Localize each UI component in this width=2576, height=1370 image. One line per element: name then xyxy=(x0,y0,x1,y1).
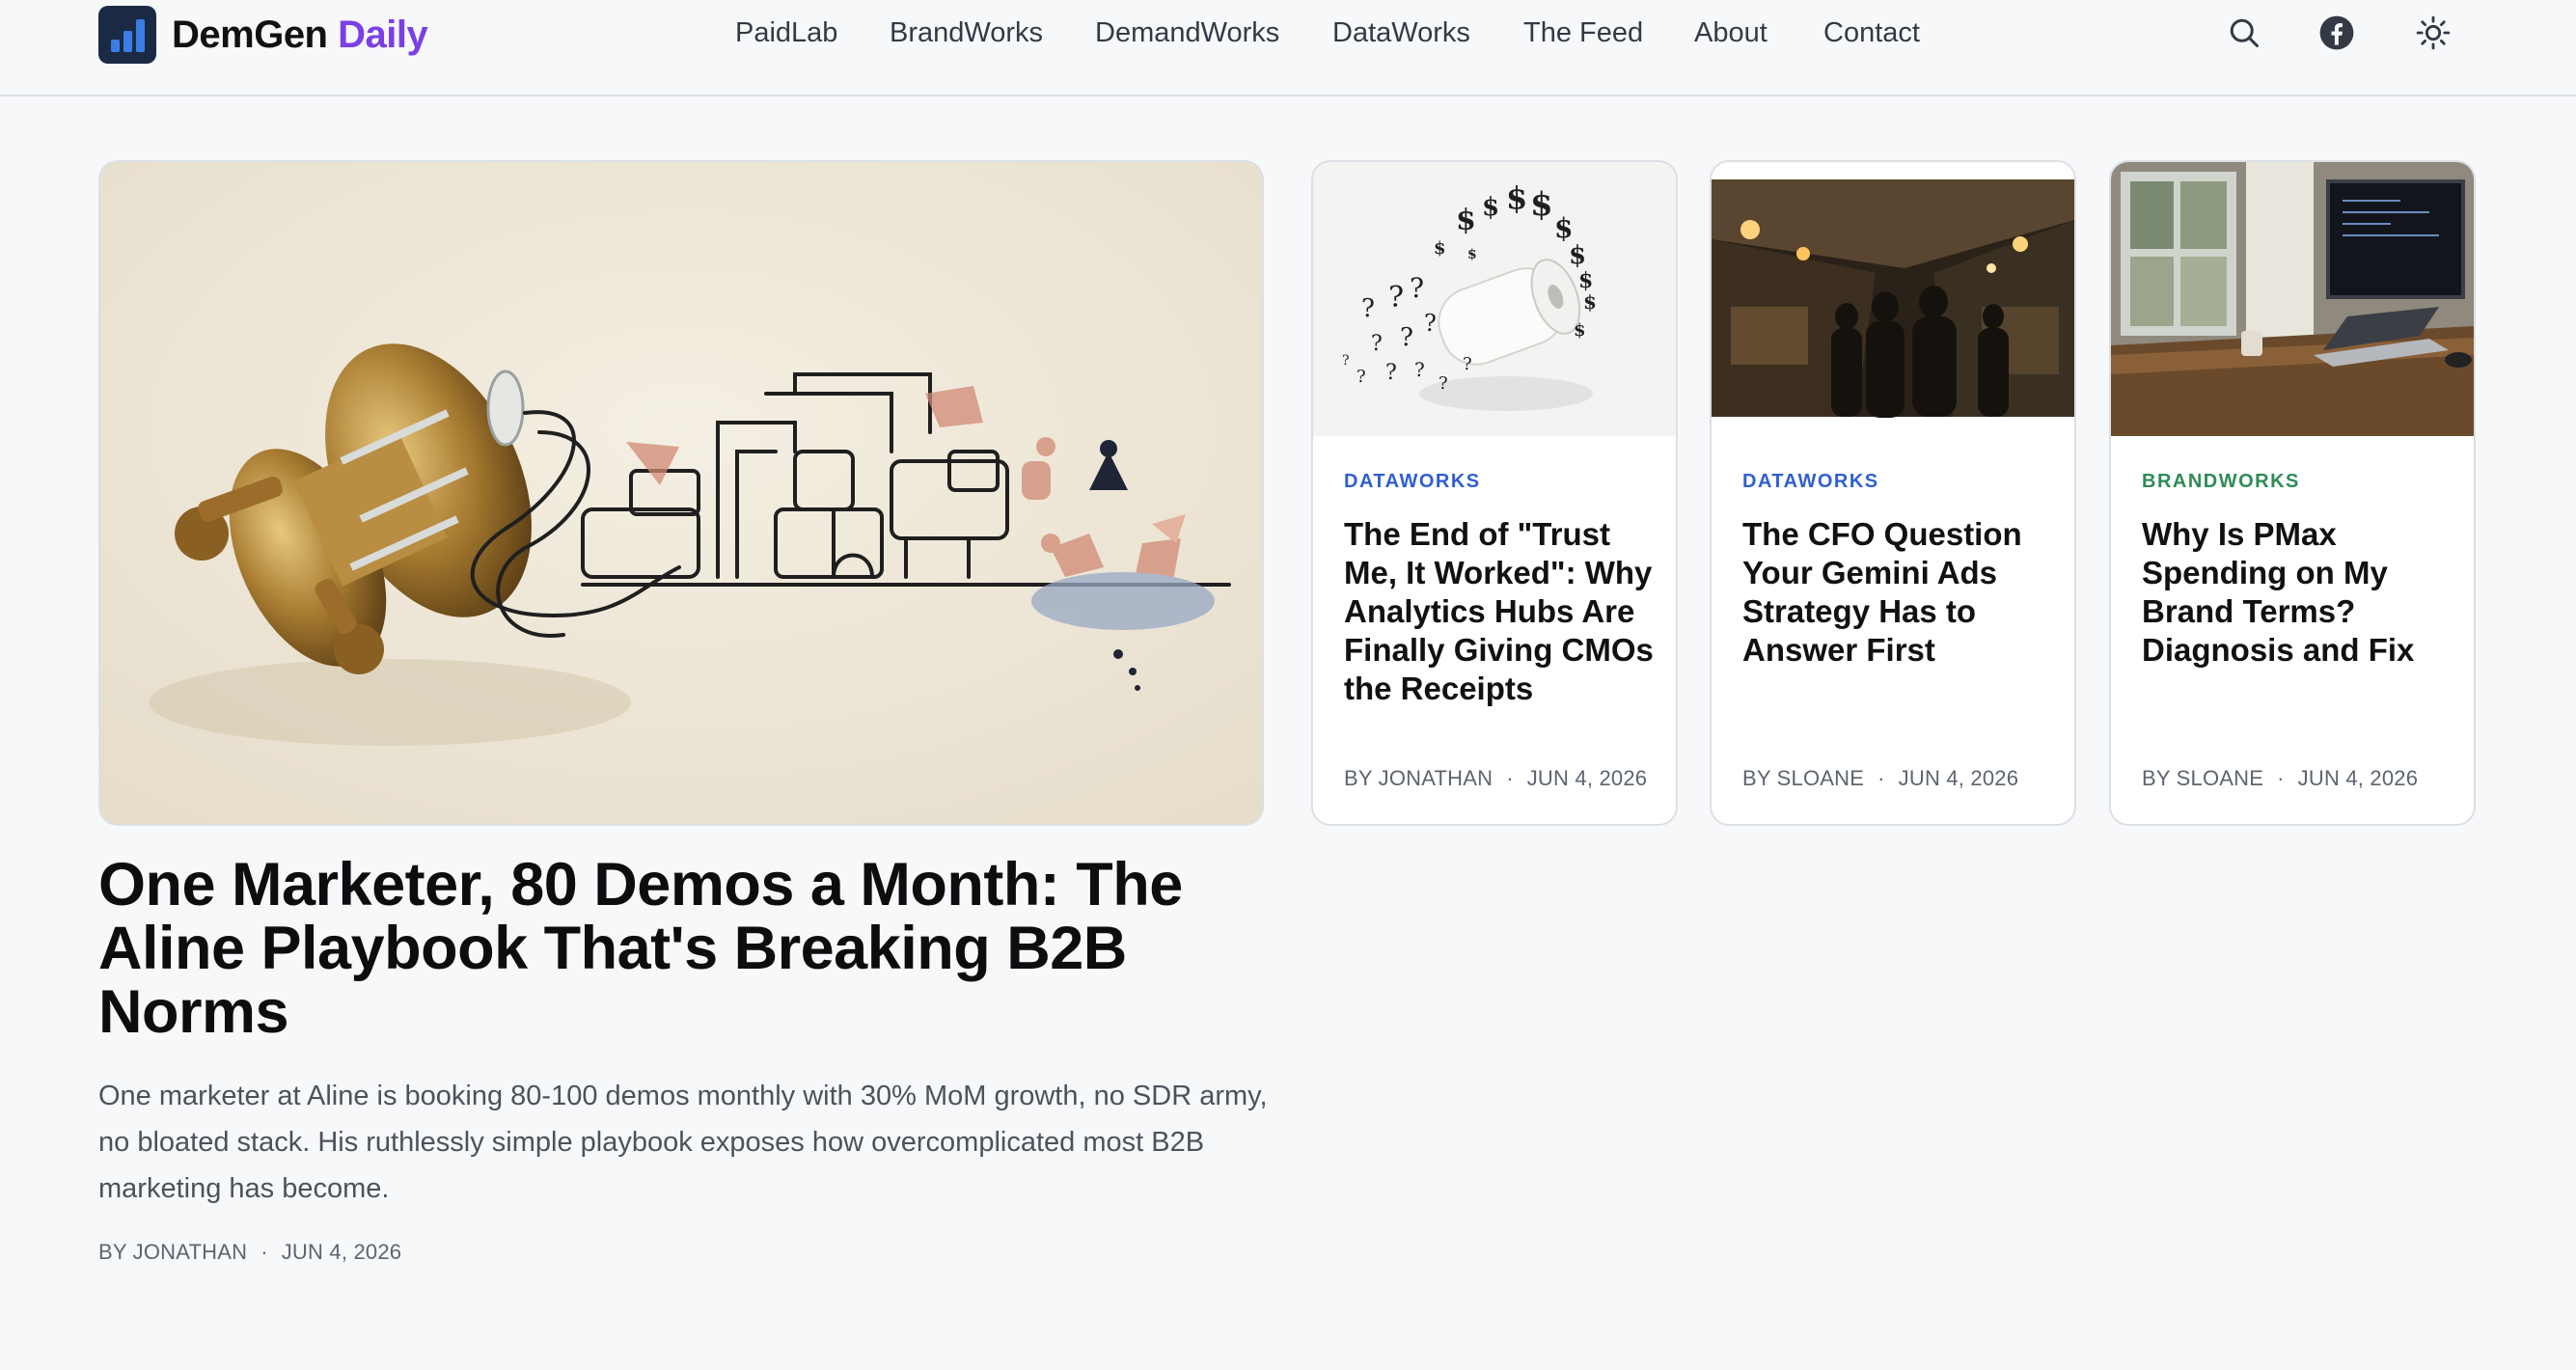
facebook-icon[interactable] xyxy=(2317,14,2356,52)
svg-text:$: $ xyxy=(1583,290,1597,314)
card-byline: BY SLOANE · JUN 4, 2026 xyxy=(2142,766,2418,791)
svg-text:?: ? xyxy=(1342,353,1350,369)
nav-item-the-feed[interactable]: The Feed xyxy=(1523,17,1643,49)
card-author[interactable]: BY SLOANE xyxy=(2142,766,2263,790)
card-image[interactable] xyxy=(1712,162,2074,436)
receipt-roll-illustration: $ $ $ $$$ $$$ $ $ ??? ??? ??? ??? xyxy=(1313,162,1676,436)
svg-text:?: ? xyxy=(1424,310,1437,337)
svg-text:?: ? xyxy=(1439,373,1448,394)
nav-item-about[interactable]: About xyxy=(1694,17,1768,49)
card-title[interactable]: Why Is PMax Spending on My Brand Terms? … xyxy=(2142,515,2460,670)
logo-text: DemGen Daily xyxy=(172,13,428,57)
svg-text:$: $ xyxy=(1554,212,1573,244)
site-logo[interactable]: DemGen Daily xyxy=(98,6,428,64)
svg-text:$: $ xyxy=(1530,185,1553,224)
card-category[interactable]: BRANDWORKS xyxy=(2142,471,2300,493)
night-market-photo xyxy=(1712,162,2074,436)
article-card[interactable]: DATAWORKS The CFO Question Your Gemini A… xyxy=(1710,160,2076,826)
card-author[interactable]: BY JONATHAN xyxy=(1344,766,1493,790)
svg-text:$: $ xyxy=(1467,247,1477,262)
svg-text:$: $ xyxy=(1482,193,1499,222)
article-card[interactable]: $ $ $ $ $ $ $ $ $ $ $ ??? ??? ??? ??? DATAWORKS… xyxy=(1311,160,1678,826)
logo-name: DemGen xyxy=(172,13,328,56)
hero-date: JUN 4, 2026 xyxy=(281,1240,402,1264)
svg-text:$: $ xyxy=(1506,179,1527,216)
svg-text:$: $ xyxy=(1456,204,1476,237)
card-date: JUN 4, 2026 xyxy=(2297,766,2419,790)
nav-item-paidlab[interactable]: PaidLab xyxy=(735,17,837,49)
card-category[interactable]: DATAWORKS xyxy=(1344,471,1481,493)
card-title[interactable]: The End of "Trust Me, It Worked": Why An… xyxy=(1344,515,1662,708)
svg-text:?: ? xyxy=(1400,323,1413,352)
hero-byline: BY JONATHAN · JUN 4, 2026 xyxy=(98,1240,401,1265)
svg-text:?: ? xyxy=(1463,354,1472,374)
nav-item-dataworks[interactable]: DataWorks xyxy=(1332,17,1470,49)
card-title[interactable]: The CFO Question Your Gemini Ads Strateg… xyxy=(1742,515,2061,670)
byline-separator: · xyxy=(1506,766,1514,790)
card-image[interactable]: $ $ $ $ $ $ $ $ $ $ $ ??? ??? ??? ??? xyxy=(1313,162,1676,436)
site-header: DemGen Daily PaidLab BrandWorks DemandWo… xyxy=(0,0,2576,96)
byline-separator: · xyxy=(2277,766,2285,790)
logo-bar-chart-icon xyxy=(98,6,156,64)
svg-text:?: ? xyxy=(1357,367,1366,387)
svg-text:$: $ xyxy=(1569,241,1586,270)
article-card[interactable]: BRANDWORKS Why Is PMax Spending on My Br… xyxy=(2109,160,2476,826)
svg-text:?: ? xyxy=(1410,272,1424,304)
card-byline: BY JONATHAN · JUN 4, 2026 xyxy=(1344,766,1647,791)
card-date: JUN 4, 2026 xyxy=(1526,766,1648,790)
byline-separator: · xyxy=(1877,766,1885,790)
svg-text:?: ? xyxy=(1414,358,1425,381)
sun-icon[interactable] xyxy=(2414,14,2453,52)
card-category[interactable]: DATAWORKS xyxy=(1742,471,1879,493)
svg-text:?: ? xyxy=(1361,294,1375,323)
desk-laptop-photo xyxy=(2111,162,2474,436)
hero-illustration xyxy=(100,162,1262,824)
byline-separator: · xyxy=(260,1240,268,1264)
card-author[interactable]: BY SLOANE xyxy=(1742,766,1864,790)
hero-summary: One marketer at Aline is booking 80-100 … xyxy=(98,1081,1268,1204)
svg-text:$: $ xyxy=(1574,320,1586,341)
nav-item-brandworks[interactable]: BrandWorks xyxy=(890,17,1043,49)
svg-text:?: ? xyxy=(1388,281,1404,315)
svg-text:?: ? xyxy=(1385,361,1397,385)
nav-item-contact[interactable]: Contact xyxy=(1823,17,1920,49)
hero-title[interactable]: One Marketer, 80 Demos a Month: The Alin… xyxy=(98,853,1285,1044)
logo-accent-word: Daily xyxy=(338,13,428,56)
svg-text:$: $ xyxy=(1434,238,1446,259)
svg-text:?: ? xyxy=(1371,332,1383,356)
search-icon[interactable] xyxy=(2225,14,2263,52)
card-image[interactable] xyxy=(2111,162,2474,436)
card-byline: BY SLOANE · JUN 4, 2026 xyxy=(1742,766,2018,791)
hero-author[interactable]: BY JONATHAN xyxy=(98,1240,247,1264)
card-date: JUN 4, 2026 xyxy=(1898,766,2019,790)
hero-image[interactable] xyxy=(98,160,1264,826)
nav-item-demandworks[interactable]: DemandWorks xyxy=(1095,17,1279,49)
